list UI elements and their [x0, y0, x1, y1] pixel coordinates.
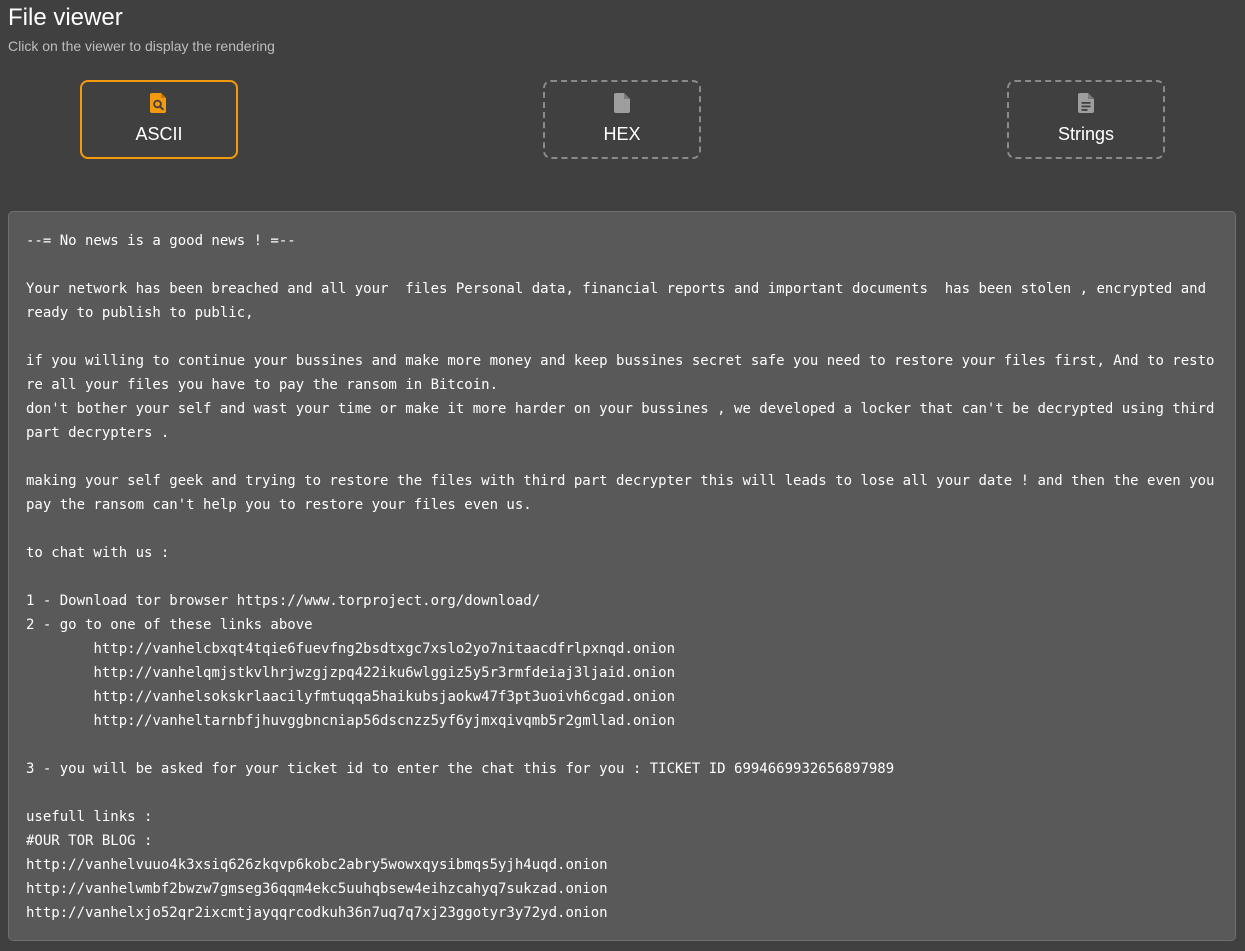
file-search-icon: [149, 92, 169, 114]
strings-viewer-label: Strings: [1057, 124, 1115, 144]
hex-viewer-button[interactable]: HEX: [543, 80, 701, 159]
page-title: File viewer: [8, 4, 123, 31]
file-icon: [612, 92, 632, 114]
strings-viewer-button[interactable]: Strings: [1007, 80, 1165, 159]
ascii-viewer-label: ASCII: [135, 124, 183, 144]
hex-viewer-label: HEX: [603, 124, 641, 144]
file-text-icon: [1076, 92, 1096, 114]
ascii-viewer-button[interactable]: ASCII: [80, 80, 238, 159]
file-content-text: --= No news is a good news ! =-- Your ne…: [26, 233, 1215, 921]
file-content-panel[interactable]: --= No news is a good news ! =-- Your ne…: [8, 211, 1236, 941]
page-subtitle: Click on the viewer to display the rende…: [8, 38, 275, 54]
